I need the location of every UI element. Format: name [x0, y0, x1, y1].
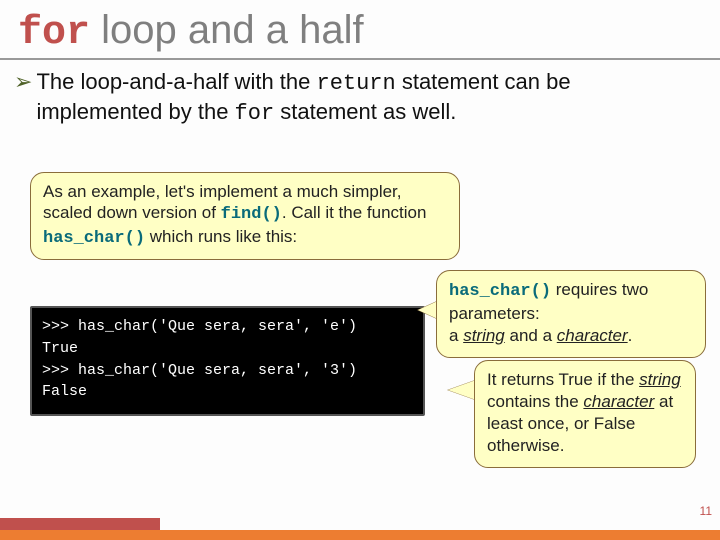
footer-base-bar: [0, 530, 720, 540]
code-line2: True: [42, 340, 78, 357]
callout2-t2c: .: [628, 326, 633, 345]
slide-number: 11: [700, 504, 712, 518]
callout3-t2: contains the: [487, 392, 583, 411]
callout3-char: character: [583, 392, 654, 411]
callout3-t1: It returns True if the: [487, 370, 639, 389]
callout1-text2: . Call it the function: [282, 203, 427, 222]
title-rest: loop and a half: [90, 8, 364, 52]
chevron-icon: ➢: [14, 68, 32, 96]
callout-params: has_char() requires two parameters: a st…: [436, 270, 706, 358]
callout2-string: string: [463, 326, 505, 345]
callout-return: It returns True if the string contains t…: [474, 360, 696, 468]
code-line4: False: [42, 383, 87, 400]
bullet-kw-return: return: [317, 71, 396, 96]
bullet-row: ➢ The loop-and-a-half with the return st…: [0, 68, 720, 127]
code-line3: >>> has_char('Que sera, sera', '3'): [42, 362, 357, 379]
title-keyword: for: [18, 11, 90, 56]
code-line1: >>> has_char('Que sera, sera', 'e'): [42, 318, 357, 335]
callout1-find: find(): [221, 205, 282, 224]
callout3-string: string: [639, 370, 681, 389]
callout2-char: character: [557, 326, 628, 345]
callout2-t2b: and a: [505, 326, 557, 345]
bullet-post: statement as well.: [274, 99, 456, 124]
callout1-haschar: has_char(): [43, 229, 145, 248]
callout-intro: As an example, let's implement a much si…: [30, 172, 460, 260]
bullet-kw-for: for: [235, 101, 275, 126]
footer-accent-bar: [0, 518, 160, 530]
callout3-tail-icon: [448, 380, 476, 400]
callout2-fn: has_char(): [449, 282, 551, 301]
callout1-text3: which runs like this:: [145, 227, 297, 246]
callout2-t2a: a: [449, 326, 463, 345]
bullet-pre: The loop-and-a-half with the: [36, 69, 316, 94]
code-block: >>> has_char('Que sera, sera', 'e') True…: [30, 306, 425, 416]
slide-title: for loop and a half: [0, 0, 720, 60]
bullet-text: The loop-and-a-half with the return stat…: [36, 68, 702, 127]
